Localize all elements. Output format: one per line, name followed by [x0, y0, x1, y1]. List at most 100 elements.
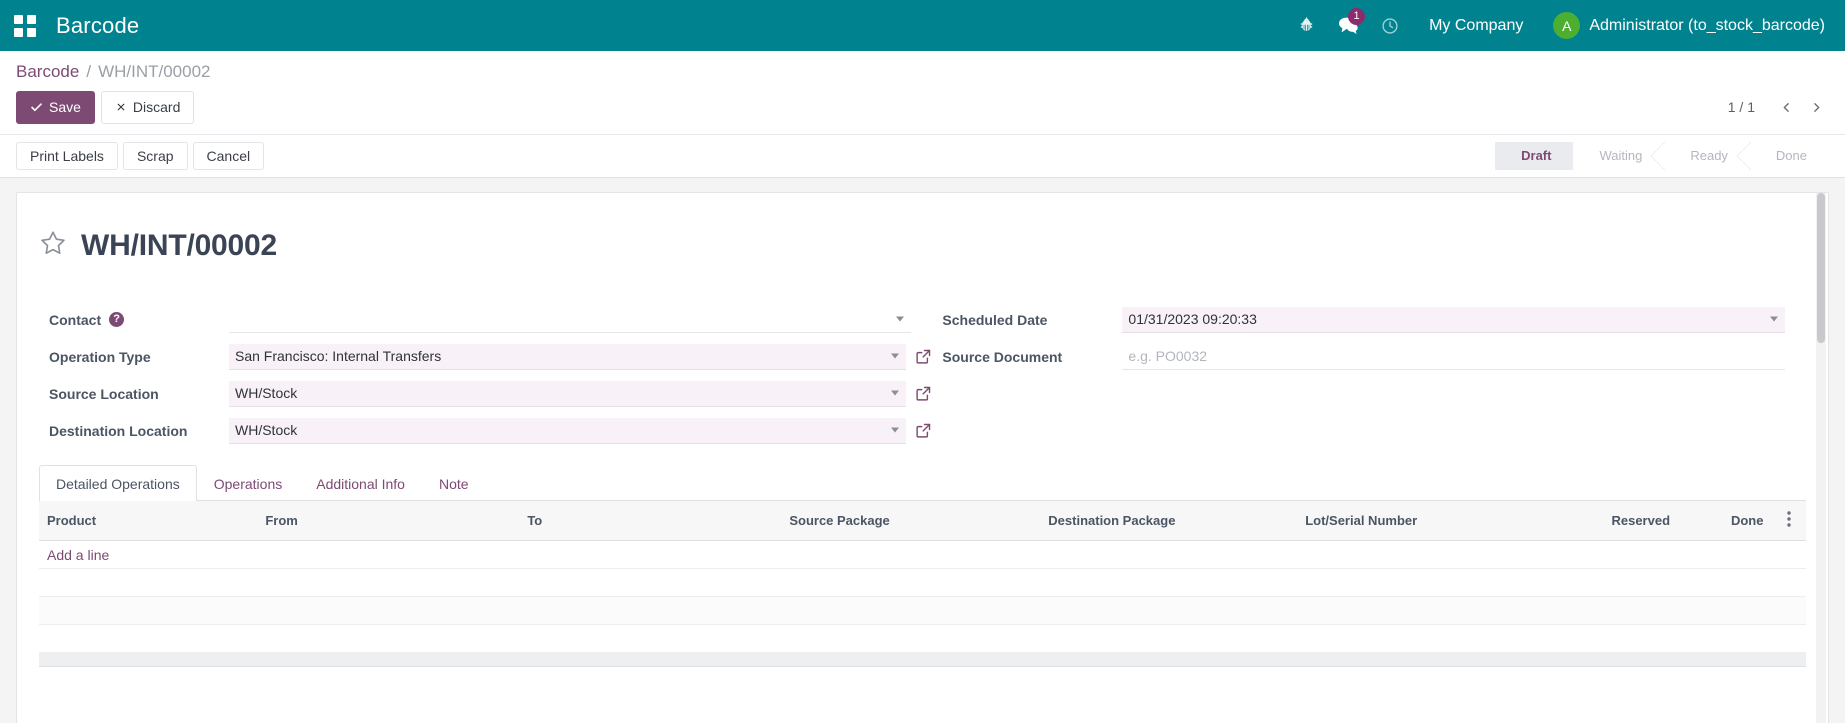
company-selector[interactable]: My Company	[1411, 17, 1541, 35]
field-row: Operation Type San Francisco: Internal Tr…	[39, 338, 932, 375]
table-row[interactable]	[39, 624, 1806, 654]
app-title[interactable]: Barcode	[56, 13, 139, 39]
apps-grid-icon[interactable]	[14, 14, 36, 37]
column-header[interactable]: To	[519, 501, 782, 542]
save-button-label: Save	[49, 99, 81, 115]
table-row[interactable]	[39, 596, 1806, 626]
form-column-left: Contact? Operation Type San Francisco: Int…	[39, 301, 932, 449]
bug-icon[interactable]	[1285, 0, 1327, 51]
tab-operations[interactable]: Operations	[197, 465, 299, 501]
detailed-operations-table: Product From To Source Package Destination P…	[39, 501, 1806, 668]
field-row: Scheduled Date 01/31/2023 09:20:33	[932, 301, 1806, 338]
add-a-line-button[interactable]: Add a line	[47, 547, 109, 563]
external-link-icon[interactable]	[915, 422, 932, 439]
column-header[interactable]: Reserved	[1571, 501, 1679, 542]
action-button[interactable]: Scrap	[122, 141, 188, 170]
tab-additional-info[interactable]: Additional Info	[299, 465, 422, 501]
field-control: e.g. PO0032	[1122, 343, 1806, 370]
status-ready[interactable]: Ready	[1664, 141, 1751, 170]
field-label: Scheduled Date	[932, 312, 1122, 328]
form-area: Contact? Operation Type San Francisco: Int…	[39, 301, 1806, 449]
star-outline-icon[interactable]	[39, 229, 67, 262]
add-line-cell: Add a line	[39, 540, 1806, 570]
status-draft[interactable]: Draft	[1495, 141, 1575, 170]
discard-button[interactable]: Discard	[100, 91, 195, 124]
add-line-row: Add a line	[39, 540, 1806, 570]
status-bar: Draft Waiting Ready Done	[1495, 141, 1829, 170]
vertical-dots-icon[interactable]	[1771, 501, 1806, 542]
control-panel: Barcode / WH/INT/00002 Save Discard 1 / …	[0, 51, 1845, 135]
field-label-text: Source Location	[49, 385, 159, 402]
table-cell	[39, 568, 1806, 598]
column-header[interactable]: Destination Package	[1040, 501, 1298, 542]
field-control: San Francisco: Internal Transfers	[229, 343, 932, 370]
table-footer-cell	[39, 652, 1806, 668]
help-icon[interactable]: ?	[109, 312, 125, 328]
close-icon	[117, 103, 125, 111]
external-link-icon[interactable]	[915, 348, 932, 365]
chevron-down-icon[interactable]	[891, 427, 900, 433]
table-cell	[39, 624, 1806, 654]
field-row: Source Document e.g. PO0032	[932, 338, 1806, 375]
chevron-down-icon[interactable]	[891, 390, 900, 396]
chevron-down-icon[interactable]	[896, 316, 905, 322]
field-control	[229, 306, 932, 333]
input-source-location[interactable]: WH/Stock	[229, 380, 907, 407]
table-row[interactable]	[39, 568, 1806, 598]
tab-note[interactable]: Note	[422, 465, 486, 501]
clock-icon[interactable]	[1369, 0, 1411, 51]
column-header[interactable]: Source Package	[781, 501, 1041, 542]
sheet-background: WH/INT/00002 Contact? Operation Type San F…	[0, 177, 1845, 723]
action-button[interactable]: Print Labels	[16, 141, 118, 170]
field-control: 01/31/2023 09:20:33	[1122, 306, 1806, 333]
navbar-right-group: 1 My Company A Administrator (to_stock_b…	[1285, 0, 1829, 51]
chevron-down-icon[interactable]	[1770, 316, 1778, 322]
input-operation-type[interactable]: San Francisco: Internal Transfers	[229, 343, 907, 370]
column-header[interactable]: Product	[39, 501, 258, 542]
chevron-right-icon	[1813, 102, 1819, 112]
pager-previous-button[interactable]	[1773, 94, 1799, 120]
field-value: WH/Stock	[235, 422, 298, 439]
scrollbar-thumb[interactable]	[1817, 192, 1825, 343]
tab-detailed-operations[interactable]: Detailed Operations	[39, 465, 197, 502]
field-label: Destination Location	[39, 423, 229, 439]
input-contact[interactable]	[229, 306, 912, 333]
field-label-text: Scheduled Date	[942, 311, 1048, 328]
field-value: e.g. PO0032	[1128, 348, 1208, 365]
pager-next-button[interactable]	[1803, 94, 1829, 120]
input-scheduled-date[interactable]: 01/31/2023 09:20:33	[1122, 306, 1785, 333]
table-cell	[39, 596, 1806, 626]
field-label: Operation Type	[39, 349, 229, 365]
username-label: Administrator (to_stock_barcode)	[1589, 16, 1825, 34]
column-header[interactable]: Done	[1678, 501, 1772, 542]
action-buttons-group: Print Labels Scrap Cancel	[16, 141, 269, 170]
column-header[interactable]: Lot/Serial Number	[1297, 501, 1572, 542]
status-waiting[interactable]: Waiting	[1573, 141, 1666, 170]
field-label: Source Location	[39, 386, 229, 402]
breadcrumb-current: WH/INT/00002	[98, 62, 211, 81]
chevron-left-icon	[1783, 102, 1789, 112]
external-link-icon[interactable]	[915, 385, 932, 402]
vertical-scrollbar[interactable]	[1816, 192, 1826, 723]
table-header-row: Product From To Source Package Destination P…	[39, 501, 1806, 542]
status-done[interactable]: Done	[1750, 142, 1829, 170]
field-label: Source Document	[932, 349, 1122, 365]
form-column-right: Scheduled Date 01/31/2023 09:20:33 Source …	[932, 301, 1806, 449]
column-header[interactable]: From	[257, 501, 520, 542]
avatar: A	[1553, 12, 1581, 39]
table-footer-row	[39, 652, 1806, 668]
input-source-document[interactable]: e.g. PO0032	[1122, 343, 1785, 370]
field-value: San Francisco: Internal Transfers	[235, 348, 442, 365]
chat-bubble-icon[interactable]: 1	[1327, 0, 1369, 51]
action-status-bar: Print Labels Scrap Cancel Draft Waiting Read…	[0, 134, 1845, 178]
user-menu[interactable]: A Administrator (to_stock_barcode)	[1541, 12, 1829, 39]
field-label-text: Destination Location	[49, 422, 188, 439]
field-control: WH/Stock	[229, 380, 932, 407]
breadcrumb-separator: /	[86, 62, 92, 81]
chevron-down-icon[interactable]	[891, 353, 900, 359]
save-button[interactable]: Save	[16, 91, 95, 124]
field-value: 01/31/2023 09:20:33	[1128, 311, 1257, 328]
input-destination-location[interactable]: WH/Stock	[229, 417, 907, 444]
breadcrumb-root[interactable]: Barcode	[16, 62, 79, 82]
action-button[interactable]: Cancel	[192, 141, 265, 170]
